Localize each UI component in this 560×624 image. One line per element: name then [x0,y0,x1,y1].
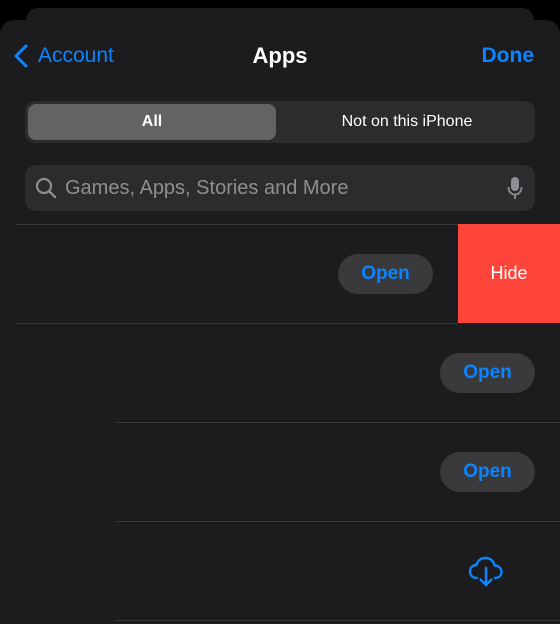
download-button[interactable] [466,552,510,592]
search-input[interactable] [65,165,485,211]
navigation-bar: Account Apps Done [0,20,560,92]
open-button[interactable]: Open [338,254,433,294]
open-button[interactable]: Open [440,452,535,492]
row-divider [116,521,560,522]
row-divider [16,224,458,225]
search-bar [25,165,535,211]
segment-not-on-this-iphone[interactable]: Not on this iPhone [281,104,533,140]
row-divider [116,422,560,423]
open-button[interactable]: Open [440,353,535,393]
search-icon [35,177,57,199]
page-title: Apps [252,43,308,68]
done-button[interactable]: Done [482,40,535,72]
row-divider [116,620,560,621]
cloud-download-icon [468,556,503,587]
row-divider [16,323,458,324]
microphone-icon[interactable] [507,176,523,200]
segmented-control: All Not on this iPhone [25,101,535,143]
hide-button[interactable]: Hide [458,224,560,323]
segment-all[interactable]: All [28,104,276,140]
apps-sheet: Account Apps Done All Not on this iPhone… [0,20,560,624]
